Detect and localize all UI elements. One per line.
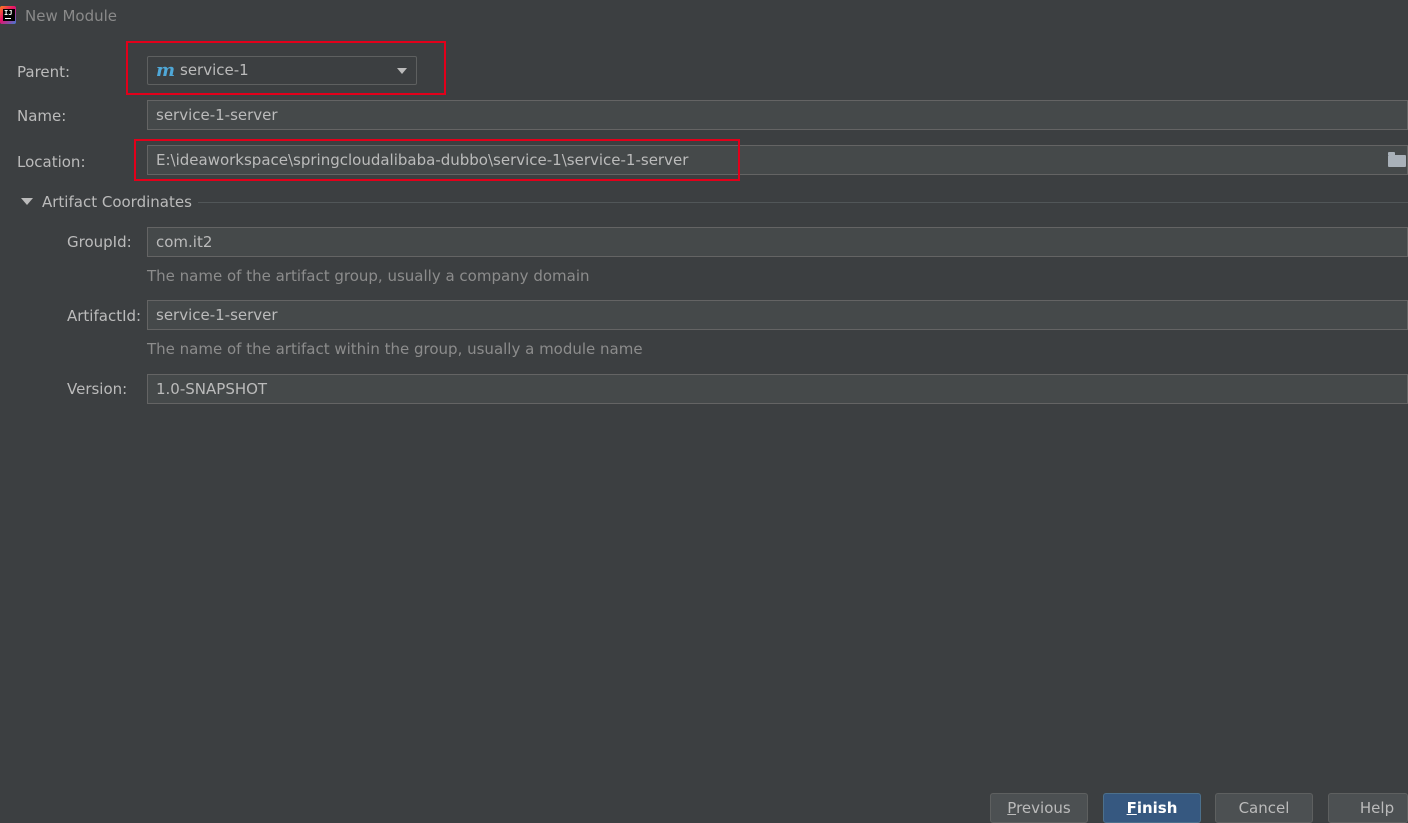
groupid-hint: The name of the artifact group, usually …	[147, 267, 590, 285]
artifactid-input[interactable]: service-1-server	[147, 300, 1408, 330]
previous-button[interactable]: Previous	[990, 793, 1088, 823]
parent-dropdown[interactable]: m service-1	[147, 56, 417, 85]
intellij-app-icon: IJ	[0, 6, 16, 24]
version-input[interactable]: 1.0-SNAPSHOT	[147, 374, 1408, 404]
parent-dropdown-value: service-1	[180, 61, 249, 79]
window-title: New Module	[25, 7, 118, 25]
artifact-coordinates-header[interactable]: Artifact Coordinates	[42, 192, 192, 212]
previous-mnemonic: P	[1007, 799, 1017, 817]
previous-label: revious	[1016, 799, 1071, 817]
artifactid-hint: The name of the artifact within the grou…	[147, 340, 643, 358]
name-label: Name:	[17, 107, 67, 125]
section-divider	[198, 202, 1408, 203]
groupid-input[interactable]: com.it2	[147, 227, 1408, 257]
finish-button[interactable]: Finish	[1103, 793, 1201, 823]
folder-icon[interactable]	[1388, 152, 1406, 167]
version-label: Version:	[67, 380, 128, 398]
location-label: Location:	[17, 153, 86, 171]
artifactid-label: ArtifactId:	[67, 307, 142, 325]
name-input[interactable]: service-1-server	[147, 100, 1408, 130]
help-button[interactable]: Help	[1328, 793, 1408, 823]
location-input-value: E:\ideaworkspace\springcloudalibaba-dubb…	[156, 151, 689, 169]
maven-module-icon: m	[156, 60, 176, 81]
groupid-label: GroupId:	[67, 233, 132, 251]
finish-mnemonic: F	[1126, 799, 1137, 817]
collapse-triangle-icon[interactable]	[21, 198, 33, 205]
cancel-button[interactable]: Cancel	[1215, 793, 1313, 823]
chevron-down-icon[interactable]	[397, 68, 407, 74]
parent-label: Parent:	[17, 63, 71, 81]
finish-label: inish	[1136, 799, 1178, 817]
location-input[interactable]: E:\ideaworkspace\springcloudalibaba-dubb…	[147, 145, 1408, 175]
